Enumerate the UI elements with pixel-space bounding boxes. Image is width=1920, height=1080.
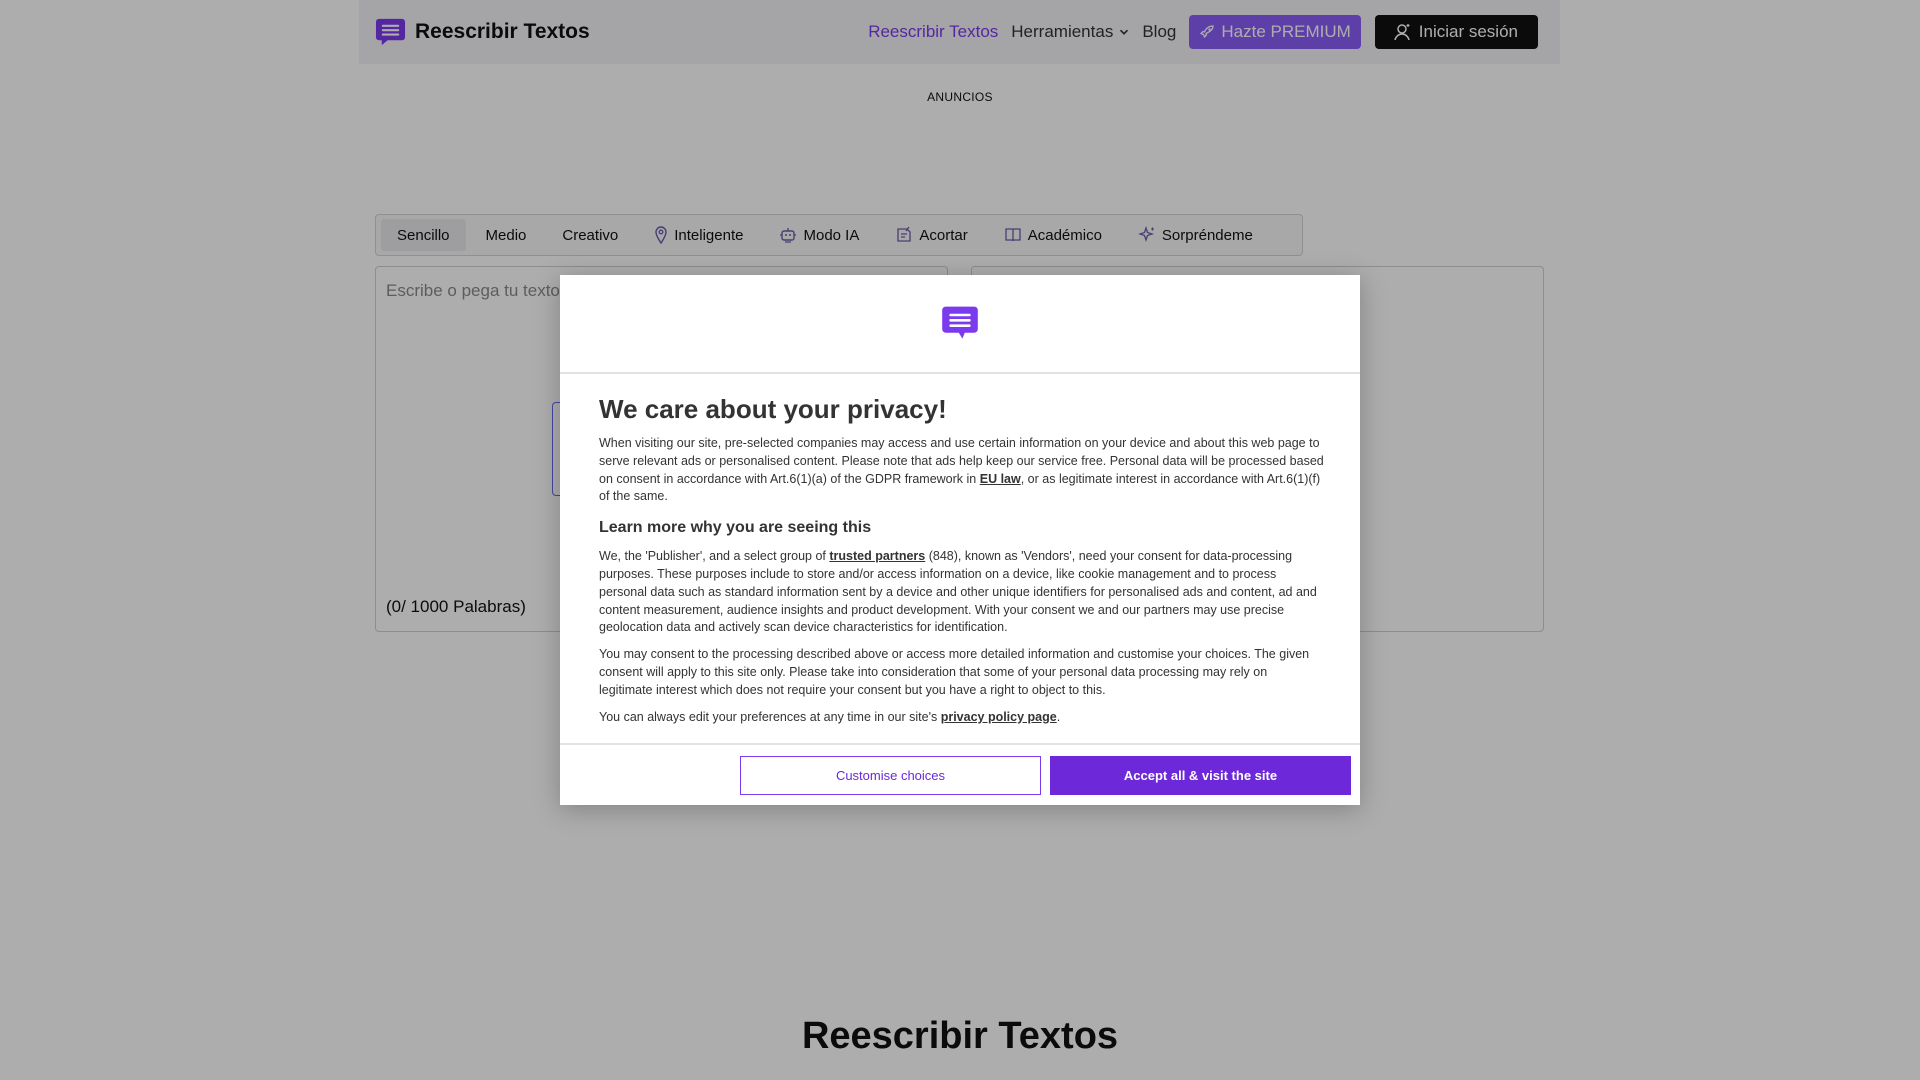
customise-choices-button[interactable]: Customise choices <box>740 755 1041 795</box>
consent-footer: Customise choices Accept all & visit the… <box>560 743 1360 805</box>
chat-bubble-icon <box>942 306 978 339</box>
consent-title: We care about your privacy! <box>599 394 947 424</box>
consent-paragraph-3: You may consent to the processing descri… <box>599 647 1310 697</box>
consent-dialog: We care about your privacy! When visitin… <box>560 275 1360 805</box>
consent-p4-text: You can always edit your preferences at … <box>599 709 941 724</box>
consent-body: We care about your privacy! When visitin… <box>599 394 1324 735</box>
consent-subtitle: Learn more why you are seeing this <box>599 519 872 537</box>
consent-p2-text: We, the 'Publisher', and a select group … <box>599 549 830 564</box>
eu-law-link[interactable]: EU law <box>980 472 1021 486</box>
consent-p4-tail: . <box>1056 709 1061 724</box>
consent-header <box>560 275 1360 374</box>
accept-all-button[interactable]: Accept all & visit the site <box>1050 755 1351 795</box>
trusted-partners-link[interactable]: trusted partners <box>829 549 925 563</box>
consent-paragraph-1: When visiting our site, pre-selected com… <box>599 435 1324 506</box>
privacy-policy-link[interactable]: privacy policy page <box>941 710 1057 724</box>
consent-paragraph-4: You can always edit your preferences at … <box>599 709 1324 727</box>
consent-paragraph-2: We, the 'Publisher', and a select group … <box>599 548 1324 637</box>
